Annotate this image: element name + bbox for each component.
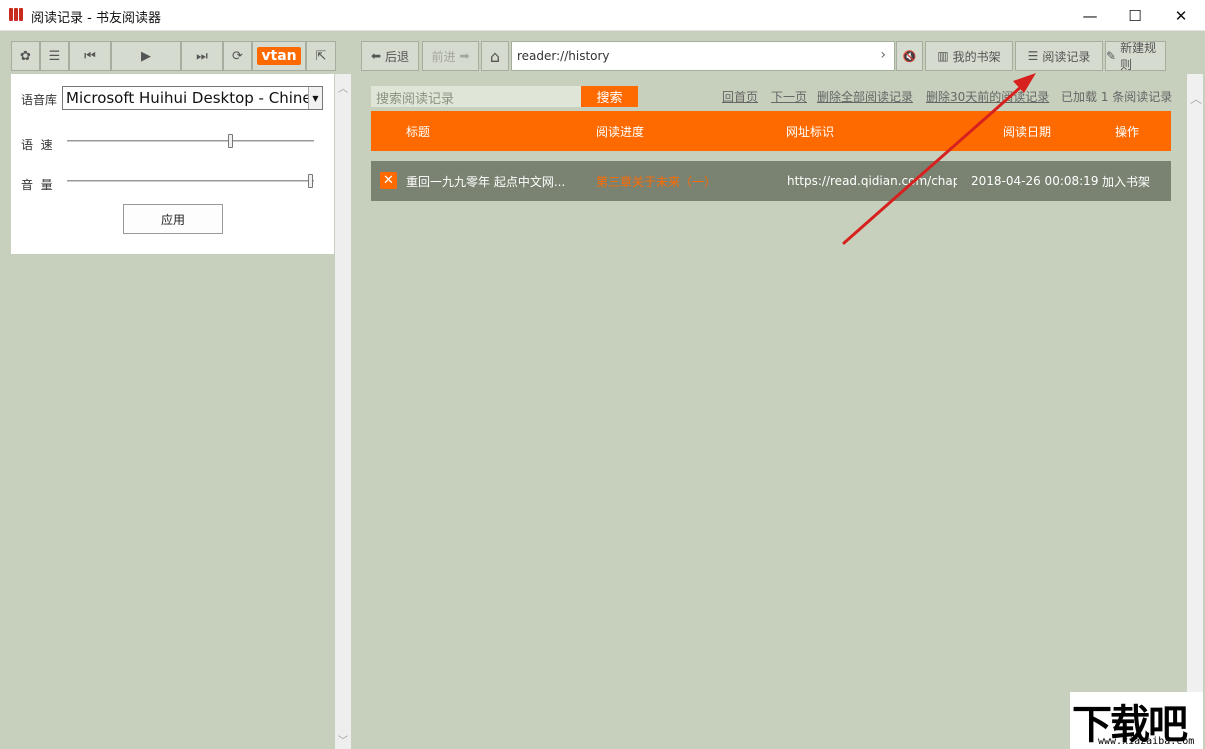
- content-scrollbar[interactable]: ︿: [1187, 74, 1203, 749]
- add-to-shelf-button[interactable]: 加入书架: [1102, 161, 1150, 201]
- row-url: https://read.qidian.com/chapt...: [787, 174, 957, 188]
- next-button[interactable]: ⏭: [181, 41, 223, 71]
- col-title: 标题: [406, 124, 431, 139]
- play-icon: ▶: [141, 48, 151, 64]
- row-progress[interactable]: 第三章关于未来（一）: [596, 161, 746, 201]
- col-date: 阅读日期: [1003, 124, 1052, 139]
- title-bar: 阅读记录 - 书友阅读器 — ☐ ✕: [0, 0, 1205, 31]
- go-icon[interactable]: ›: [880, 47, 886, 63]
- left-scrollbar[interactable]: ︿ ﹀: [335, 74, 351, 749]
- bookshelf-button[interactable]: ▥ 我的书架: [925, 41, 1013, 71]
- book-icon: [9, 8, 25, 21]
- apply-button[interactable]: 应用: [123, 204, 223, 234]
- arrow-right-icon: ➡: [459, 49, 470, 63]
- refresh-icon: ⟳: [232, 48, 243, 64]
- history-page: 搜索阅读记录 搜索 回首页 下一页 删除全部阅读记录 删除30天前的阅读记录 已…: [351, 74, 1187, 749]
- mute-button[interactable]: 🔇: [896, 41, 923, 71]
- voice-label: 语音库: [21, 93, 58, 107]
- maximize-button[interactable]: ☐: [1112, 0, 1158, 31]
- arrow-left-icon: ⬅: [370, 49, 382, 63]
- dropdown-arrow-icon[interactable]: ▼: [308, 87, 322, 109]
- volume-slider-thumb[interactable]: [308, 174, 313, 188]
- tts-panel: 语音库 Microsoft Huihui Desktop - Chinese ▼…: [11, 74, 334, 254]
- speed-slider-thumb[interactable]: [228, 134, 234, 148]
- voice-select[interactable]: Microsoft Huihui Desktop - Chinese ▼: [62, 86, 323, 110]
- new-rule-button[interactable]: ✎ 新建规则: [1105, 41, 1166, 72]
- next-page-link[interactable]: 下一页: [771, 88, 807, 105]
- prev-button[interactable]: ⏮: [69, 41, 111, 71]
- col-progress: 阅读进度: [596, 124, 645, 139]
- list-icon: ☰: [1027, 49, 1039, 63]
- export-icon: ⇱: [315, 48, 327, 64]
- skip-forward-icon: ⏭: [196, 48, 208, 64]
- refresh-button[interactable]: ⟳: [223, 41, 252, 71]
- tts-toolbar: ✿ ☰ ⏮ ▶ ⏭ ⟳ vtan ⇱: [11, 41, 336, 71]
- speed-slider[interactable]: [67, 140, 314, 143]
- speed-label: 语 速: [21, 138, 53, 152]
- back-button[interactable]: ⬅ 后退: [361, 41, 419, 71]
- volume-label: 音 量: [21, 178, 53, 192]
- history-table-header: 标题 阅读进度 网址标识 阅读日期 操作: [371, 111, 1171, 151]
- new-rule-label: 新建规则: [1120, 41, 1157, 72]
- mute-icon: 🔇: [902, 49, 917, 63]
- loaded-status: 已加载 1 条阅读记录: [1061, 90, 1173, 104]
- voice-select-value: Microsoft Huihui Desktop - Chinese: [66, 89, 323, 107]
- edit-icon: ✎: [1106, 49, 1117, 63]
- back-label: 后退: [385, 49, 410, 64]
- history-button[interactable]: ☰ 阅读记录: [1015, 41, 1103, 71]
- scroll-down-icon[interactable]: ﹀: [338, 732, 348, 747]
- bookshelf-icon: ▥: [937, 49, 949, 63]
- table-row: ✕ 重回一九九零年 起点中文网... 第三章关于未来（一） https://re…: [371, 161, 1171, 201]
- delete-old-link[interactable]: 删除30天前的阅读记录: [926, 88, 1049, 105]
- delete-icon[interactable]: ✕: [380, 172, 397, 189]
- col-action: 操作: [1115, 124, 1140, 139]
- watermark-logo: 下载吧 www.xiazaiba.com: [1070, 692, 1203, 749]
- history-search-input[interactable]: 搜索阅读记录: [371, 86, 581, 107]
- close-button[interactable]: ✕: [1158, 0, 1204, 31]
- browser-toolbar: ⬅ 后退 前进 ➡ ⌂ reader://history › 🔇 ▥ 我的书架 ☰ 阅读…: [361, 41, 1166, 72]
- home-icon: ⌂: [489, 46, 501, 66]
- row-date: 2018-04-26 00:08:19: [971, 174, 1099, 188]
- row-title[interactable]: 重回一九九零年 起点中文网...: [406, 161, 581, 201]
- forward-label: 前进: [431, 49, 456, 64]
- home-button[interactable]: ⌂: [481, 41, 509, 71]
- scroll-up-icon[interactable]: ︿: [338, 80, 348, 95]
- export-button[interactable]: ⇱: [306, 41, 336, 71]
- vtan-button[interactable]: vtan: [252, 41, 306, 71]
- forward-button[interactable]: 前进 ➡: [422, 41, 479, 71]
- url-text: reader://history: [517, 49, 610, 63]
- first-page-link[interactable]: 回首页: [722, 88, 758, 105]
- bookshelf-label: 我的书架: [952, 49, 1001, 64]
- col-url: 网址标识: [786, 124, 835, 139]
- settings-button[interactable]: ✿: [11, 41, 40, 71]
- search-button[interactable]: 搜索: [581, 86, 638, 107]
- scroll-up-icon[interactable]: ︿: [1190, 90, 1202, 107]
- menu-icon: ☰: [48, 48, 61, 64]
- play-button[interactable]: ▶: [111, 41, 181, 71]
- skip-back-icon: ⏮: [84, 48, 96, 64]
- menu-button[interactable]: ☰: [40, 41, 69, 71]
- history-label: 阅读记录: [1042, 49, 1091, 64]
- minimize-button[interactable]: —: [1067, 0, 1113, 31]
- watermark-url: www.xiazaiba.com: [1098, 736, 1195, 747]
- delete-all-link[interactable]: 删除全部阅读记录: [817, 88, 913, 105]
- window-title: 阅读记录 - 书友阅读器: [31, 11, 161, 26]
- address-bar[interactable]: reader://history ›: [511, 41, 895, 71]
- vtan-logo: vtan: [257, 47, 301, 65]
- gear-icon: ✿: [20, 48, 31, 64]
- volume-slider[interactable]: [67, 180, 314, 183]
